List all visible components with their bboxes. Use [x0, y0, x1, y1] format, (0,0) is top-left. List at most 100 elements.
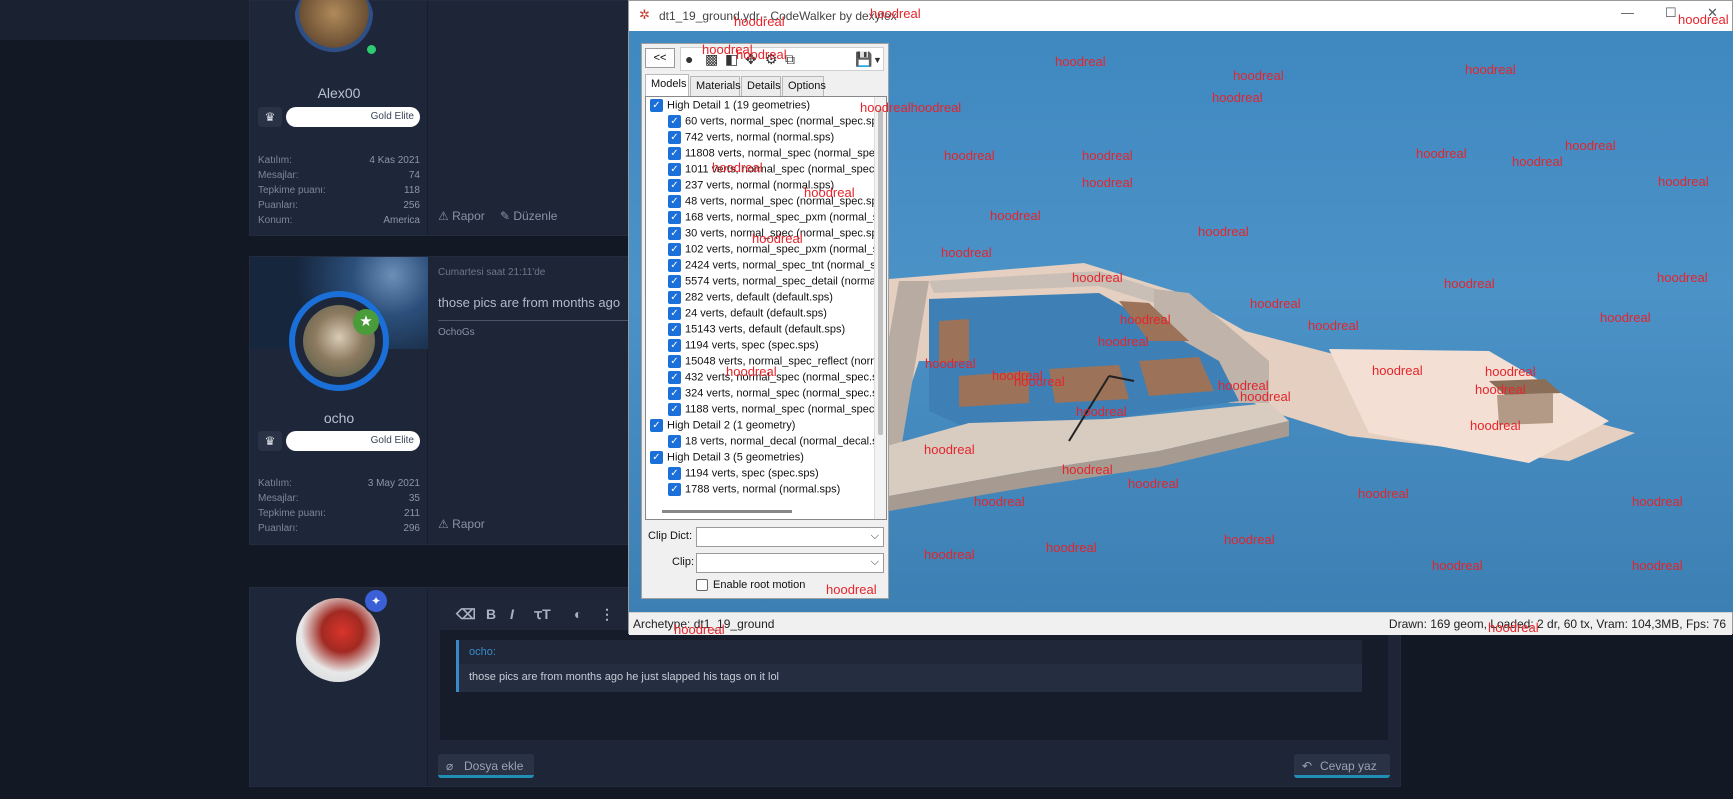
geometry-tree[interactable]: ✓ High Detail 1 (19 geometries) ✓ 60 verts,… — [645, 96, 887, 520]
minimize-icon[interactable]: — — [1621, 5, 1634, 20]
checkbox-checked-icon[interactable]: ✓ — [668, 211, 681, 224]
checkbox[interactable] — [696, 579, 708, 592]
edit-link[interactable]: ✎ Düzenle — [500, 209, 557, 223]
collapse-panel-button[interactable]: << — [645, 48, 675, 68]
quote-author[interactable]: ocho: — [469, 646, 496, 658]
checkbox-checked-icon[interactable]: ✓ — [668, 403, 681, 416]
clip-dict-select[interactable]: ⌵ — [696, 527, 884, 547]
window-titlebar[interactable]: ✲ dt1_19_ground.ydr - CodeWalker by dexy… — [629, 1, 1732, 31]
checkbox-checked-icon[interactable]: ✓ — [668, 147, 681, 160]
tree-item[interactable]: ✓ 30 verts, normal_spec (normal_spec.sp — [668, 227, 878, 243]
3d-viewport[interactable]: << ● ▩ ◧ ✥ ⚙ ⧉ 💾 ▼ Models Materials Deta… — [629, 31, 1733, 612]
checkbox-checked-icon[interactable]: ✓ — [668, 339, 681, 352]
tree-item[interactable]: ✓ 432 verts, normal_spec (normal_spec.s — [668, 371, 878, 387]
tree-group[interactable]: ✓ High Detail 3 (5 geometries) — [650, 451, 804, 467]
tree-item[interactable]: ✓ 11808 verts, normal_spec (normal_spec — [668, 147, 880, 163]
shadow-icon[interactable]: ◧ — [725, 51, 738, 68]
eraser-icon[interactable]: ⌫ — [456, 606, 476, 623]
post-date[interactable]: Cumartesi saat 21:11'de — [438, 267, 545, 278]
tree-item[interactable]: ✓ 18 verts, normal_decal (normal_decal.s — [668, 435, 878, 451]
username[interactable]: Alex00 — [250, 85, 428, 101]
tree-item[interactable]: ✓ 237 verts, normal (normal.sps) — [668, 179, 834, 195]
root-motion-checkbox[interactable]: Enable root motion — [696, 579, 805, 592]
move-icon[interactable]: ✥ — [745, 51, 757, 68]
tree-item[interactable]: ✓ 24 verts, default (default.sps) — [668, 307, 827, 323]
reply-button[interactable]: ↶ Cevap yaz — [1294, 754, 1390, 778]
star-badge-icon: ★ — [353, 309, 379, 335]
tree-item[interactable]: ✓ 282 verts, default (default.sps) — [668, 291, 833, 307]
checkbox-checked-icon[interactable]: ✓ — [668, 115, 681, 128]
tree-item[interactable]: ✓ 15143 verts, default (default.sps) — [668, 323, 845, 339]
checkbox-checked-icon[interactable]: ✓ — [650, 99, 663, 112]
checkbox-checked-icon[interactable]: ✓ — [668, 227, 681, 240]
export-icon[interactable]: ⧉ — [785, 51, 795, 68]
tree-item[interactable]: ✓ 324 verts, normal_spec (normal_spec.s — [668, 387, 878, 403]
tree-item[interactable]: ✓ 60 verts, normal_spec (normal_spec.sp — [668, 115, 878, 131]
checkbox-checked-icon[interactable]: ✓ — [668, 131, 681, 144]
save-icon[interactable]: 💾 — [855, 51, 872, 68]
tree-item[interactable]: ✓ 1194 verts, spec (spec.sps) — [668, 339, 819, 355]
close-icon[interactable]: ✕ — [1707, 5, 1718, 21]
chevron-down-icon[interactable]: ▼ — [873, 55, 882, 65]
tree-hscrollbar[interactable] — [662, 510, 792, 513]
tree-item-label: 1188 verts, normal_spec (normal_spec — [685, 403, 875, 416]
clip-select[interactable]: ⌵ — [696, 553, 884, 573]
checkbox-checked-icon[interactable]: ✓ — [668, 371, 681, 384]
avatar[interactable] — [294, 0, 374, 61]
tab-options[interactable]: Options — [782, 76, 826, 96]
clip-dict-label: Clip Dict: — [648, 530, 693, 542]
tree-group[interactable]: ✓ High Detail 1 (19 geometries) — [650, 99, 810, 115]
tree-item[interactable]: ✓ 168 verts, normal_spec_pxm (normal_s — [668, 211, 878, 227]
checkbox-checked-icon[interactable]: ✓ — [650, 419, 663, 432]
sphere-icon[interactable]: ● — [685, 51, 693, 67]
app-icon: ✲ — [639, 7, 650, 22]
editor-input[interactable]: ocho: those pics are from months ago he … — [440, 630, 1388, 740]
tree-item[interactable]: ✓ 742 verts, normal (normal.sps) — [668, 131, 834, 147]
checkbox-checked-icon[interactable]: ✓ — [668, 275, 681, 288]
checkbox-checked-icon[interactable]: ✓ — [668, 195, 681, 208]
tab-models[interactable]: Models — [645, 74, 689, 96]
tree-item[interactable]: ✓ 1188 verts, normal_spec (normal_spec — [668, 403, 874, 419]
tree-item[interactable]: ✓ 5574 verts, normal_spec_detail (normal — [668, 275, 878, 291]
checkbox-checked-icon[interactable]: ✓ — [668, 323, 681, 336]
tree-item[interactable]: ✓ 15048 verts, normal_spec_reflect (norm — [668, 355, 879, 371]
chevron-down-icon: ⌵ — [870, 530, 879, 542]
attach-file-button[interactable]: ⌀ Dosya ekle — [438, 754, 534, 778]
report-link[interactable]: ⚠ Rapor — [438, 209, 485, 223]
italic-icon[interactable]: I — [510, 606, 514, 622]
tab-details[interactable]: Details — [741, 76, 781, 96]
checkbox-checked-icon[interactable]: ✓ — [668, 243, 681, 256]
maximize-icon[interactable]: ☐ — [1665, 5, 1677, 21]
more-icon[interactable]: ⋮ — [600, 606, 614, 623]
checkbox-checked-icon[interactable]: ✓ — [650, 451, 663, 464]
checkbox-checked-icon[interactable]: ✓ — [668, 435, 681, 448]
tree-item[interactable]: ✓ 48 verts, normal_spec (normal_spec.sp — [668, 195, 878, 211]
stat-row: Mesajlar: 35 — [258, 493, 420, 504]
tree-item[interactable]: ✓ 2424 verts, normal_spec_tnt (normal_sp — [668, 259, 882, 275]
checkbox-checked-icon[interactable]: ✓ — [668, 483, 681, 496]
scroll-thumb[interactable] — [878, 109, 883, 435]
tab-materials[interactable]: Materials — [690, 76, 741, 96]
gear-icon[interactable]: ⚙ — [765, 51, 778, 68]
checkbox-checked-icon[interactable]: ✓ — [668, 387, 681, 400]
checker-icon[interactable]: ▩ — [705, 51, 718, 68]
tree-item[interactable]: ✓ 1194 verts, spec (spec.sps) — [668, 467, 819, 483]
checkbox-checked-icon[interactable]: ✓ — [668, 307, 681, 320]
report-link[interactable]: ⚠ Rapor — [438, 517, 485, 531]
checkbox-checked-icon[interactable]: ✓ — [668, 163, 681, 176]
checkbox-checked-icon[interactable]: ✓ — [668, 291, 681, 304]
checkbox-checked-icon[interactable]: ✓ — [668, 259, 681, 272]
checkbox-checked-icon[interactable]: ✓ — [668, 355, 681, 368]
checkbox-checked-icon[interactable]: ✓ — [668, 467, 681, 480]
palette-icon[interactable]: ◐ — [574, 606, 582, 622]
tree-item[interactable]: ✓ 1788 verts, normal (normal.sps) — [668, 483, 840, 499]
tree-group[interactable]: ✓ High Detail 2 (1 geometry) — [650, 419, 795, 435]
bold-icon[interactable]: B — [486, 606, 496, 622]
checkbox-checked-icon[interactable]: ✓ — [668, 179, 681, 192]
text-size-icon[interactable]: ꚍT — [534, 606, 551, 623]
tree-item[interactable]: ✓ 1011 verts, normal_spec (normal_spec — [668, 163, 874, 179]
username[interactable]: ocho — [250, 410, 428, 426]
tree-scrollbar[interactable] — [874, 97, 886, 519]
tree-item[interactable]: ✓ 102 verts, normal_spec_pxm (normal_s — [668, 243, 878, 259]
rank-label: Gold Elite — [286, 431, 420, 451]
